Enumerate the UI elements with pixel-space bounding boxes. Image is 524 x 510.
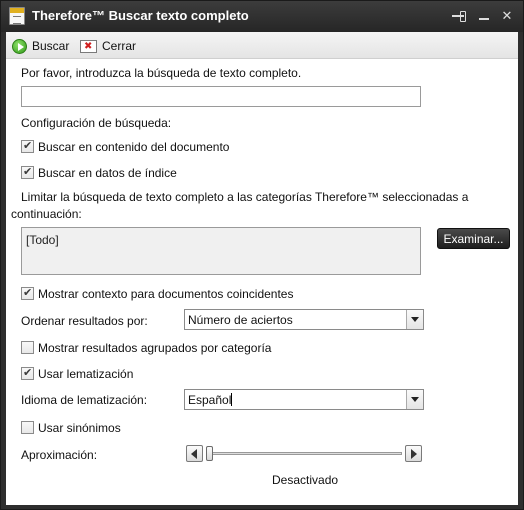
config-heading: Configuración de búsqueda: bbox=[21, 116, 172, 130]
app-document-icon bbox=[9, 7, 25, 25]
cancel-icon bbox=[80, 39, 97, 53]
slider-thumb[interactable] bbox=[206, 446, 213, 461]
toolbar: Buscar Cerrar bbox=[6, 32, 518, 59]
synonyms-checkbox[interactable] bbox=[21, 421, 34, 434]
title-bar[interactable]: Therefore™ Buscar texto completo ✕ bbox=[1, 1, 523, 32]
pin-icon[interactable] bbox=[450, 8, 468, 24]
group-results-checkbox[interactable] bbox=[21, 341, 34, 354]
lemma-language-value: Español bbox=[188, 393, 233, 407]
group-results-label: Mostrar resultados agrupados por categor… bbox=[38, 341, 272, 355]
browse-button[interactable]: Examinar... bbox=[437, 228, 510, 249]
search-content-checkbox[interactable] bbox=[21, 139, 34, 153]
slider-track[interactable] bbox=[206, 452, 402, 455]
approximation-status: Desactivado bbox=[272, 473, 339, 487]
window-title: Therefore™ Buscar texto completo bbox=[32, 8, 249, 23]
minimize-icon[interactable] bbox=[475, 8, 493, 24]
sort-select-value: Número de aciertos bbox=[188, 313, 293, 327]
lemmatization-label: Usar lematización bbox=[38, 367, 134, 381]
lemma-language-select[interactable]: Español bbox=[184, 389, 424, 410]
sort-label: Ordenar resultados por: bbox=[21, 314, 148, 328]
slider-left-arrow-icon[interactable] bbox=[186, 445, 203, 462]
close-button-label: Cerrar bbox=[102, 39, 137, 53]
sort-select[interactable]: Número de aciertos bbox=[184, 309, 424, 330]
slider-right-arrow-icon[interactable] bbox=[405, 445, 422, 462]
synonyms-label: Usar sinónimos bbox=[38, 421, 121, 435]
go-icon bbox=[12, 38, 27, 54]
dialog-window: Therefore™ Buscar texto completo ✕ Busca… bbox=[0, 0, 524, 510]
close-button[interactable]: Cerrar bbox=[80, 37, 136, 55]
chevron-down-icon[interactable] bbox=[406, 390, 423, 409]
dialog-client-area: Buscar Cerrar Por favor, introduzca la b… bbox=[6, 32, 518, 505]
show-context-label: Mostrar contexto para documentos coincid… bbox=[38, 287, 294, 301]
close-icon[interactable]: ✕ bbox=[498, 8, 516, 24]
search-button[interactable]: Buscar bbox=[12, 37, 69, 55]
search-index-checkbox[interactable] bbox=[21, 165, 34, 179]
categories-box[interactable]: [Todo] bbox=[21, 227, 421, 275]
show-context-checkbox[interactable] bbox=[21, 286, 34, 300]
lemmatization-checkbox[interactable] bbox=[21, 366, 34, 380]
search-content-label: Buscar en contenido del documento bbox=[38, 140, 230, 154]
approximation-slider[interactable] bbox=[186, 445, 422, 462]
chevron-down-icon[interactable] bbox=[406, 310, 423, 329]
search-prompt: Por favor, introduzca la búsqueda de tex… bbox=[21, 66, 302, 80]
approximation-label: Aproximación: bbox=[21, 448, 98, 462]
search-input[interactable] bbox=[21, 86, 421, 107]
search-index-label: Buscar en datos de índice bbox=[38, 166, 177, 180]
limit-categories-text: Limitar la búsqueda de texto completo a … bbox=[11, 190, 469, 221]
search-button-label: Buscar bbox=[32, 39, 70, 53]
lemma-language-label: Idioma de lematización: bbox=[21, 393, 148, 407]
